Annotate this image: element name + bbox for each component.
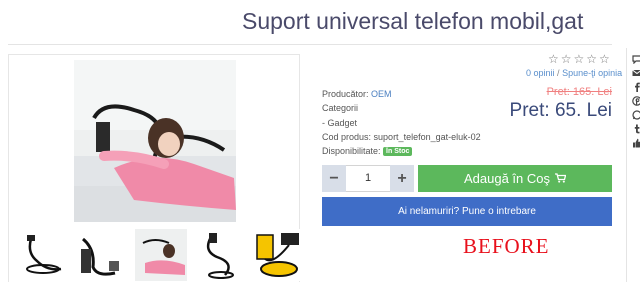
- thumbnail-1[interactable]: [17, 229, 69, 281]
- mail-icon[interactable]: [632, 68, 640, 78]
- facebook-icon[interactable]: [632, 82, 640, 92]
- whatsapp-icon[interactable]: [632, 110, 640, 120]
- chat-icon[interactable]: [632, 54, 640, 64]
- add-to-cart-label: Adaugă în Coş: [463, 171, 550, 186]
- decrement-button[interactable]: −: [322, 165, 346, 192]
- thumbnail-strip: [15, 225, 305, 282]
- quantity-input[interactable]: 1: [346, 165, 390, 192]
- manufacturer-link[interactable]: OEM: [371, 89, 392, 99]
- write-review-link[interactable]: Spune-ţi opinia: [562, 68, 622, 78]
- manufacturer-row: Producător: OEM: [322, 89, 392, 99]
- product-gallery: [8, 54, 305, 282]
- thumbnail-5[interactable]: [253, 229, 305, 281]
- thumbnail-2[interactable]: [75, 229, 127, 281]
- pinterest-icon[interactable]: [632, 96, 640, 106]
- quantity-stepper: − 1 +: [322, 165, 414, 192]
- product-code-label: Cod produs:: [322, 132, 372, 142]
- tumblr-icon[interactable]: [632, 124, 640, 134]
- product-code-row: Cod produs: suport_telefon_gat-eluk-02: [322, 132, 481, 142]
- rating-separator: /: [557, 68, 560, 78]
- category-link[interactable]: - Gadget: [322, 118, 357, 128]
- categories-label: Categorii: [322, 103, 359, 113]
- title-divider: [8, 44, 612, 45]
- like-icon[interactable]: [632, 138, 640, 148]
- reviews-count-link[interactable]: 0 opinii: [526, 68, 555, 78]
- main-product-image[interactable]: [74, 60, 236, 222]
- availability-row: Disponibilitate: În Stoc: [322, 146, 413, 157]
- shopping-cart-icon: [555, 171, 567, 186]
- add-to-cart-button[interactable]: Adaugă în Coş: [418, 165, 612, 192]
- ask-question-button[interactable]: Ai nelamuriri? Pune o intrebare: [322, 197, 612, 226]
- star-rating[interactable]: ☆☆☆☆☆: [548, 52, 612, 66]
- stock-badge: În Stoc: [383, 147, 413, 157]
- availability-label: Disponibilitate:: [322, 146, 381, 156]
- current-price: Pret: 65. Lei: [509, 100, 612, 121]
- product-title: Suport universal telefon mobil,gat: [242, 8, 584, 34]
- thumbnail-4[interactable]: [195, 229, 247, 281]
- ask-question-label: Ai nelamuriri? Pune o intrebare: [398, 206, 536, 217]
- increment-button[interactable]: +: [390, 165, 414, 192]
- share-sidebar-divider: [626, 48, 627, 282]
- thumbnail-3[interactable]: [135, 229, 187, 281]
- rating-links: 0 opinii / Spune-ţi opinia: [526, 68, 622, 78]
- manufacturer-label: Producător:: [322, 89, 369, 99]
- before-overlay-text: BEFORE: [463, 234, 550, 258]
- old-price: Pret: 165. Lei: [546, 86, 612, 98]
- product-code-value: suport_telefon_gat-eluk-02: [373, 132, 481, 142]
